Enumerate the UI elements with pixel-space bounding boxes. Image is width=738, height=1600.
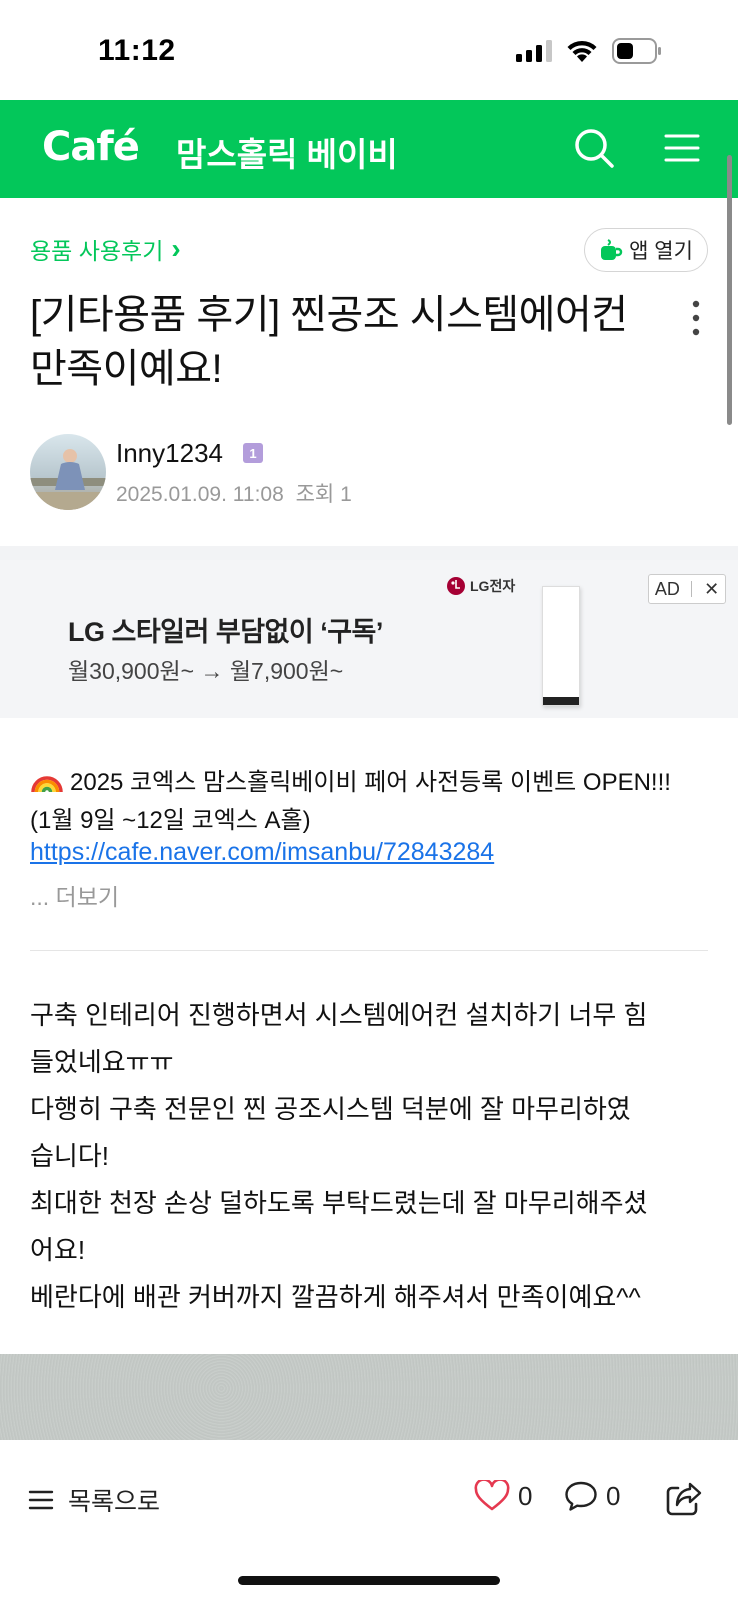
status-time: 11:12 bbox=[98, 34, 176, 67]
search-icon[interactable] bbox=[572, 126, 616, 170]
body-line: 베란다에 배관 커버까지 깔끔하게 해주셔서 만족이예요^^ bbox=[30, 1282, 641, 1312]
ad-price: 월30,900원~ → 월7,900원~ bbox=[68, 658, 344, 684]
battery-icon bbox=[612, 38, 661, 64]
chevron-right-icon: › bbox=[171, 233, 181, 264]
body-line: 다행히 구축 전문인 찐 공조시스템 덕분에 잘 마무리하였 bbox=[30, 1094, 631, 1124]
body-line: 들었네요ㅠㅠ bbox=[30, 1047, 174, 1077]
post-image[interactable] bbox=[0, 1354, 738, 1440]
cafe-name[interactable]: 맘스홀릭 베이비 bbox=[176, 128, 398, 176]
hamburger-menu-icon[interactable] bbox=[662, 128, 702, 168]
wifi-icon bbox=[567, 40, 597, 62]
ad-brand-label: LG전자 bbox=[470, 578, 516, 594]
ad-badge[interactable]: AD ✕ bbox=[648, 574, 726, 604]
ad-headline: LG 스타일러 부담없이 ‘구독’ bbox=[68, 617, 383, 647]
notice-date: (1월 9일 ~12일 코엑스 A홀) bbox=[30, 807, 311, 834]
comment-count: 0 bbox=[606, 1480, 621, 1511]
body-line: 최대한 천장 손상 덜하도록 부탁드렸는데 잘 마무리해주셨 bbox=[30, 1188, 648, 1218]
ad-close-icon[interactable]: ✕ bbox=[704, 579, 719, 600]
body-line: 습니다! bbox=[30, 1141, 109, 1171]
post-meta: 2025.01.09. 11:08 조회 1 bbox=[116, 478, 352, 508]
post-body: 구축 인테리어 진행하면서 시스템에어컨 설치하기 너무 힘 들었네요ㅠㅠ 다행… bbox=[30, 992, 720, 1321]
post-title: [기타용품 후기] 찐공조 시스템에어컨 만족이예요! bbox=[30, 293, 628, 391]
body-line: 어요! bbox=[30, 1235, 86, 1265]
home-indicator bbox=[238, 1576, 500, 1585]
content-divider bbox=[30, 950, 708, 951]
like-button[interactable]: 0 bbox=[474, 1480, 532, 1512]
author-name[interactable]: Inny1234 bbox=[116, 438, 223, 469]
app-open-button[interactable]: 앱 열기 bbox=[584, 228, 708, 272]
comment-button[interactable]: 0 bbox=[564, 1480, 620, 1512]
app-header: Café 맘스홀릭 베이비 bbox=[0, 100, 738, 198]
notice-line: 2025 코엑스 맘스홀릭베이비 페어 사전등록 이벤트 OPEN!!! bbox=[30, 762, 671, 797]
ad-label: AD bbox=[654, 578, 680, 599]
list-icon bbox=[28, 1490, 54, 1510]
body-line: 구축 인테리어 진행하면서 시스템에어컨 설치하기 너무 힘 bbox=[30, 1000, 648, 1030]
heart-icon bbox=[474, 1480, 510, 1511]
breadcrumb[interactable]: 용품 사용후기 › bbox=[30, 232, 181, 266]
view-count: 조회 1 bbox=[295, 483, 352, 506]
avatar[interactable] bbox=[30, 434, 106, 510]
back-to-list-button[interactable]: 목록으로 bbox=[28, 1482, 160, 1518]
cafe-cup-icon bbox=[601, 239, 623, 260]
level-badge: 1 bbox=[243, 443, 263, 463]
scroll-indicator[interactable] bbox=[727, 155, 732, 425]
bottom-bar: 목록으로 0 0 bbox=[0, 1440, 738, 1600]
app-open-label: 앱 열기 bbox=[629, 240, 693, 263]
ad-badge-separator bbox=[691, 581, 693, 597]
like-count: 0 bbox=[518, 1480, 533, 1511]
rainbow-icon bbox=[31, 775, 63, 792]
read-more-link[interactable]: ... 더보기 bbox=[30, 878, 119, 912]
notice-text: 2025 코엑스 맘스홀릭베이비 페어 사전등록 이벤트 OPEN!!! bbox=[70, 769, 671, 796]
notice-link[interactable]: https://cafe.naver.com/imsanbu/72843284 bbox=[30, 838, 494, 867]
status-icons bbox=[516, 38, 662, 64]
cafe-logo[interactable]: Café bbox=[42, 124, 140, 170]
post-date: 2025.01.09. 11:08 bbox=[116, 483, 284, 506]
status-bar: 11:12 bbox=[0, 0, 738, 100]
comment-icon bbox=[565, 1481, 597, 1511]
list-label: 목록으로 bbox=[68, 1488, 161, 1516]
share-icon[interactable] bbox=[664, 1478, 704, 1518]
ad-brand: LG전자 bbox=[446, 576, 515, 596]
ad-product-image bbox=[542, 586, 580, 706]
section-divider bbox=[0, 546, 738, 560]
more-options-icon[interactable] bbox=[686, 298, 706, 338]
ad-banner[interactable]: LG전자 LG 스타일러 부담없이 ‘구독’ 월30,900원~ → 월7,90… bbox=[0, 560, 738, 718]
lg-logo-icon bbox=[447, 577, 465, 595]
breadcrumb-label: 용품 사용후기 bbox=[30, 238, 164, 264]
cellular-signal-icon bbox=[516, 40, 552, 62]
